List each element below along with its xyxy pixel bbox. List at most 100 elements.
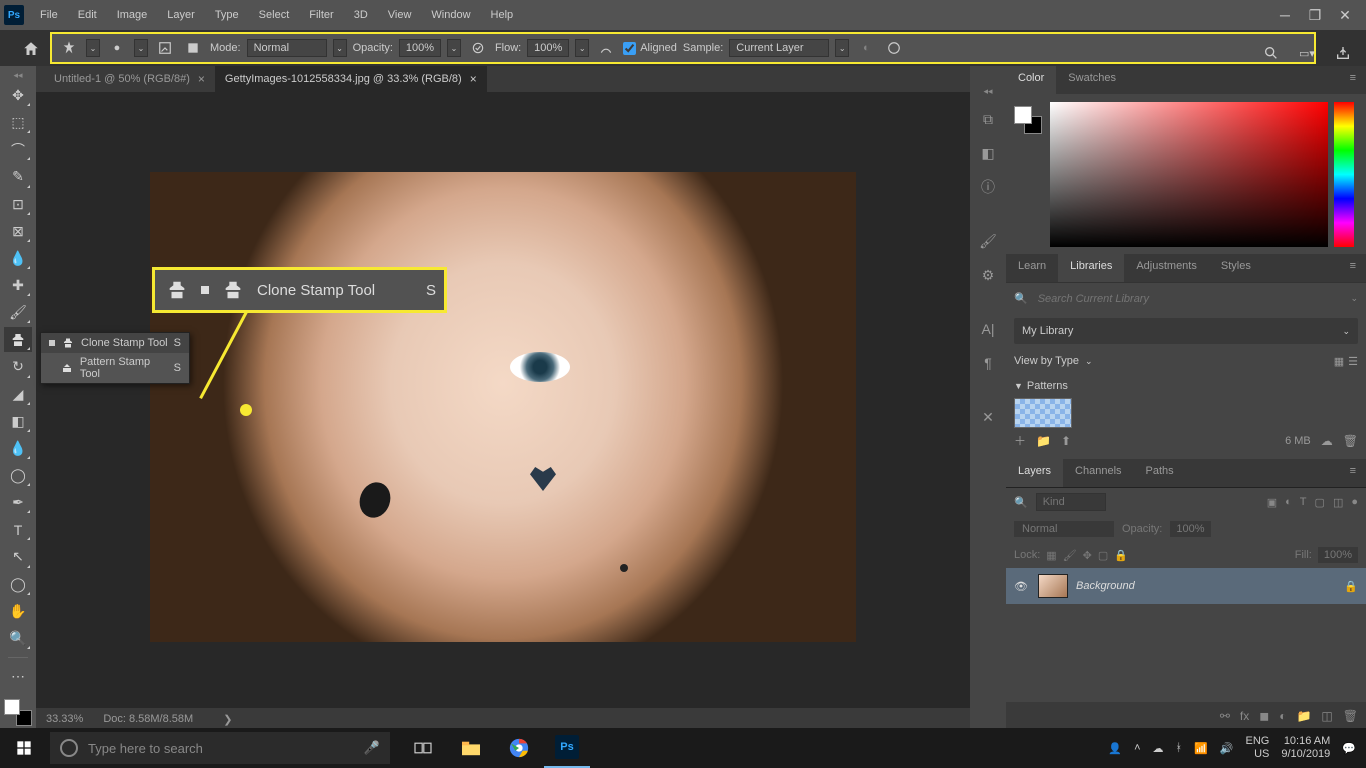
hand-tool[interactable]: ✋ [4,599,32,624]
add-folder-icon[interactable]: 📁 [1036,434,1051,448]
quick-selection-tool[interactable]: ✎ [4,164,32,189]
list-view-icon[interactable]: ☰ [1348,355,1358,368]
marquee-tool[interactable]: ⬚ [4,110,32,135]
tab-libraries[interactable]: Libraries [1058,254,1124,282]
filter-smartobj-icon[interactable]: ◫ [1333,496,1343,509]
aligned-checkbox[interactable]: Aligned [623,42,677,55]
brush-preview-icon[interactable]: ● [106,37,128,59]
mode-dropdown-arrow[interactable]: ⌄ [333,39,347,57]
photoshop-taskbar-icon[interactable]: Ps [544,728,590,768]
crop-tool[interactable]: ⊡ [4,192,32,217]
clone-source-icon[interactable] [182,37,204,59]
tool-preset-dropdown[interactable]: ⌄ [86,39,100,57]
tab-adjustments[interactable]: Adjustments [1124,254,1209,282]
zoom-tool[interactable]: 🔍 [4,626,32,651]
menu-layer[interactable]: Layer [159,5,203,25]
share-icon[interactable] [1332,42,1354,64]
library-search[interactable]: 🔍 ⌄ [1006,282,1366,314]
history-panel-icon[interactable]: ⧉ [976,107,1000,131]
path-selection-tool[interactable]: ↖ [4,544,32,569]
library-search-input[interactable] [1034,289,1351,309]
info-panel-icon[interactable]: ⓘ [976,175,1000,199]
flyout-clone-stamp[interactable]: Clone Stamp Tool S [41,333,189,353]
eraser-tool[interactable]: ◢ [4,382,32,407]
trash-icon[interactable]: 🗑 [1343,434,1358,448]
pen-tool[interactable]: ✒ [4,490,32,515]
foreground-background-colors[interactable] [4,699,32,726]
brush-settings-icon[interactable]: ⚙ [976,263,1000,287]
tab-channels[interactable]: Channels [1063,459,1133,487]
bluetooth-icon[interactable]: ᚼ [1176,742,1183,754]
hue-slider[interactable] [1334,102,1354,247]
layer-background[interactable]: 👁 Background 🔒 [1006,568,1366,604]
delete-layer-icon[interactable]: 🗑 [1343,709,1358,723]
tab-close-icon[interactable]: × [198,72,205,86]
link-layers-icon[interactable]: ⚯ [1220,709,1230,723]
doc-size-readout[interactable]: Doc: 8.58M/8.58M [103,713,193,725]
shape-tool[interactable]: ◯ [4,572,32,597]
layer-mask-icon[interactable]: ◼ [1259,709,1269,723]
tab-learn[interactable]: Learn [1006,254,1058,282]
tab-swatches[interactable]: Swatches [1056,66,1128,94]
frame-tool[interactable]: ⊠ [4,219,32,244]
sample-dropdown[interactable]: ⌄ [835,39,849,57]
grid-view-icon[interactable]: ▦ [1334,355,1344,368]
toolbar-grip[interactable]: ◂◂ [13,70,22,81]
action-center-icon[interactable]: 💬 [1342,742,1356,755]
layer-filter-input[interactable] [1036,493,1106,511]
lasso-tool[interactable]: ⌒ [4,137,32,162]
tab-layers[interactable]: Layers [1006,459,1063,487]
wifi-icon[interactable]: 📶 [1194,742,1208,755]
canvas-viewport[interactable] [36,92,970,730]
filter-type-icon[interactable]: T [1300,496,1307,509]
panel-menu-icon[interactable]: ≡ [1340,459,1366,487]
task-view-icon[interactable] [400,728,446,768]
menu-edit[interactable]: Edit [70,5,105,25]
menu-select[interactable]: Select [251,5,298,25]
layer-visibility-icon[interactable]: 👁 [1014,580,1030,593]
layer-lock-icon[interactable]: 🔒 [1344,580,1358,593]
flow-dropdown[interactable]: ⌄ [575,39,589,57]
opacity-dropdown[interactable]: ⌄ [447,39,461,57]
pattern-thumbnail[interactable] [1014,398,1072,428]
edit-toolbar-icon[interactable]: ⋯ [4,664,32,689]
menu-window[interactable]: Window [423,5,478,25]
paragraph-panel-icon[interactable]: ¶ [976,351,1000,375]
properties-panel-icon[interactable]: ◧ [976,141,1000,165]
layer-thumbnail[interactable] [1038,574,1068,598]
color-fg-bg-swatch[interactable] [1014,106,1042,134]
search-dropdown-icon[interactable]: ⌄ [1350,293,1358,304]
eyedropper-tool[interactable]: 💧 [4,246,32,271]
patterns-header[interactable]: ▼Patterns [1014,380,1358,392]
panel-menu-icon[interactable]: ≡ [1340,66,1366,94]
lock-transparency-icon[interactable]: ▦ [1046,549,1056,562]
brush-panel-icon[interactable] [154,37,176,59]
arrange-documents-icon[interactable]: ▭▾ [1296,42,1318,64]
minimize-icon[interactable]: ─ [1276,7,1294,24]
document-tab-2[interactable]: GettyImages-1012558334.jpg @ 33.3% (RGB/… [215,66,487,92]
chrome-icon[interactable] [496,728,542,768]
menu-help[interactable]: Help [483,5,522,25]
tab-close-icon[interactable]: × [470,72,477,86]
zoom-readout[interactable]: 33.33% [46,713,83,725]
color-field[interactable] [1050,102,1328,247]
layer-opacity-value[interactable]: 100% [1170,521,1210,537]
airbrush-icon[interactable] [595,37,617,59]
healing-brush-tool[interactable]: ✚ [4,273,32,298]
lock-all-icon[interactable]: 🔒 [1114,549,1128,562]
fill-value[interactable]: 100% [1318,547,1358,563]
onedrive-icon[interactable]: ☁ [1153,742,1164,755]
brush-picker-dropdown[interactable]: ⌄ [134,39,148,57]
tray-locale[interactable]: ENG US [1246,735,1270,761]
search-icon[interactable] [1260,42,1282,64]
microphone-icon[interactable]: 🎤 [364,740,380,756]
home-button[interactable] [20,38,42,60]
panel-menu-icon[interactable]: ≡ [1340,254,1366,282]
clone-stamp-tool[interactable] [4,327,32,352]
opacity-input[interactable]: 100% [399,39,441,57]
flow-input[interactable]: 100% [527,39,569,57]
library-selector[interactable]: My Library ⌄ [1014,318,1358,344]
gradient-tool[interactable]: ◧ [4,409,32,434]
sample-select[interactable]: Current Layer [729,39,829,57]
start-button[interactable] [0,728,48,768]
